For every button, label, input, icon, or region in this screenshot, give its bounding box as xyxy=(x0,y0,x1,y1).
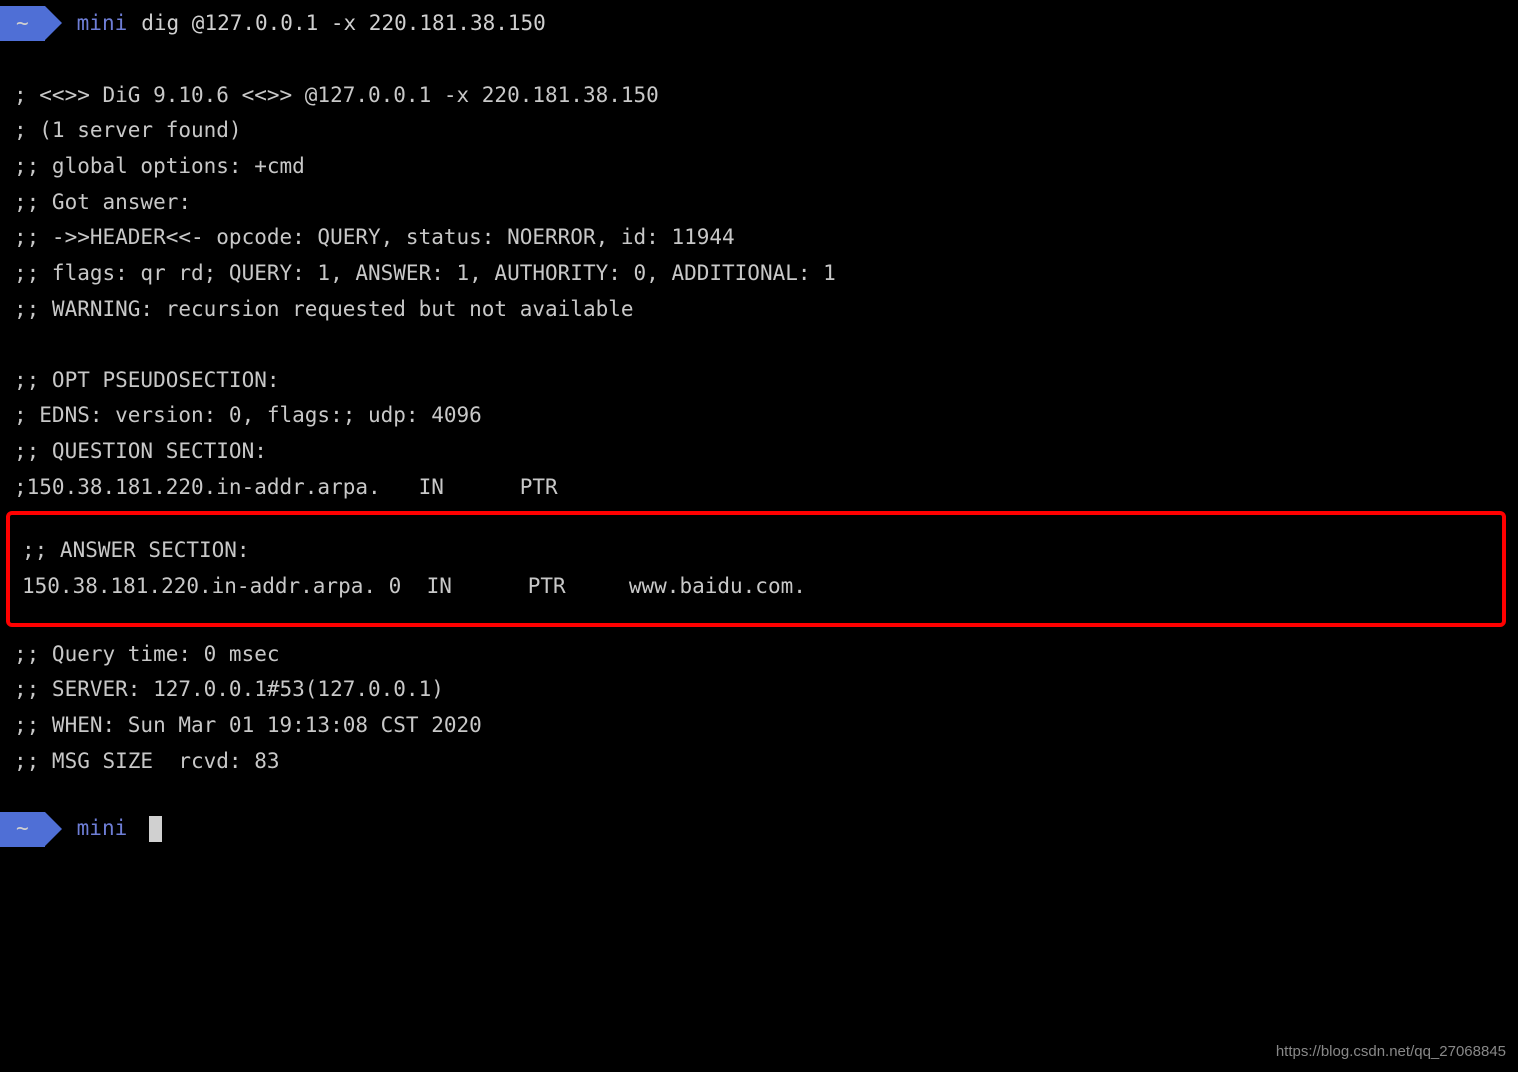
blank-line xyxy=(0,328,1518,363)
answer-section-highlight: ;; ANSWER SECTION: 150.38.181.220.in-add… xyxy=(6,511,1506,626)
watermark-url: https://blog.csdn.net/qq_27068845 xyxy=(1276,1039,1506,1065)
question-section-header: ;; QUESTION SECTION: xyxy=(0,434,1518,470)
prompt-path: ~ xyxy=(16,6,29,42)
terminal-window: ~ mini dig @127.0.0.1 -x 220.181.38.150 … xyxy=(0,0,1518,847)
server-line: ;; SERVER: 127.0.0.1#53(127.0.0.1) xyxy=(0,672,1518,708)
opt-pseudosection-line: ;; OPT PSEUDOSECTION: xyxy=(0,363,1518,399)
header-line: ;; ->>HEADER<<- opcode: QUERY, status: N… xyxy=(0,220,1518,256)
flags-line: ;; flags: qr rd; QUERY: 1, ANSWER: 1, AU… xyxy=(0,256,1518,292)
prompt-path: ~ xyxy=(16,811,29,847)
typed-command: dig @127.0.0.1 -x 220.181.38.150 xyxy=(141,6,546,42)
prompt-line-2[interactable]: ~ mini xyxy=(0,811,1518,847)
prompt-line-1[interactable]: ~ mini dig @127.0.0.1 -x 220.181.38.150 xyxy=(0,6,1518,42)
answer-record-line: 150.38.181.220.in-addr.arpa. 0 IN PTR ww… xyxy=(18,569,1494,605)
query-time-line: ;; Query time: 0 msec xyxy=(0,637,1518,673)
prompt-hostname: mini xyxy=(77,6,128,42)
when-line: ;; WHEN: Sun Mar 01 19:13:08 CST 2020 xyxy=(0,708,1518,744)
prompt-hostname: mini xyxy=(77,811,128,847)
global-options-line: ;; global options: +cmd xyxy=(0,149,1518,185)
server-found-line: ; (1 server found) xyxy=(0,113,1518,149)
question-record-line: ;150.38.181.220.in-addr.arpa. IN PTR xyxy=(0,470,1518,506)
answer-section-header: ;; ANSWER SECTION: xyxy=(18,533,1494,569)
prompt-badge: ~ xyxy=(0,812,45,847)
got-answer-line: ;; Got answer: xyxy=(0,185,1518,221)
msg-size-line: ;; MSG SIZE rcvd: 83 xyxy=(0,744,1518,780)
edns-line: ; EDNS: version: 0, flags:; udp: 4096 xyxy=(0,398,1518,434)
warning-line: ;; WARNING: recursion requested but not … xyxy=(0,292,1518,328)
terminal-cursor[interactable] xyxy=(149,816,162,842)
dig-banner-line: ; <<>> DiG 9.10.6 <<>> @127.0.0.1 -x 220… xyxy=(0,78,1518,114)
prompt-badge: ~ xyxy=(0,6,45,41)
